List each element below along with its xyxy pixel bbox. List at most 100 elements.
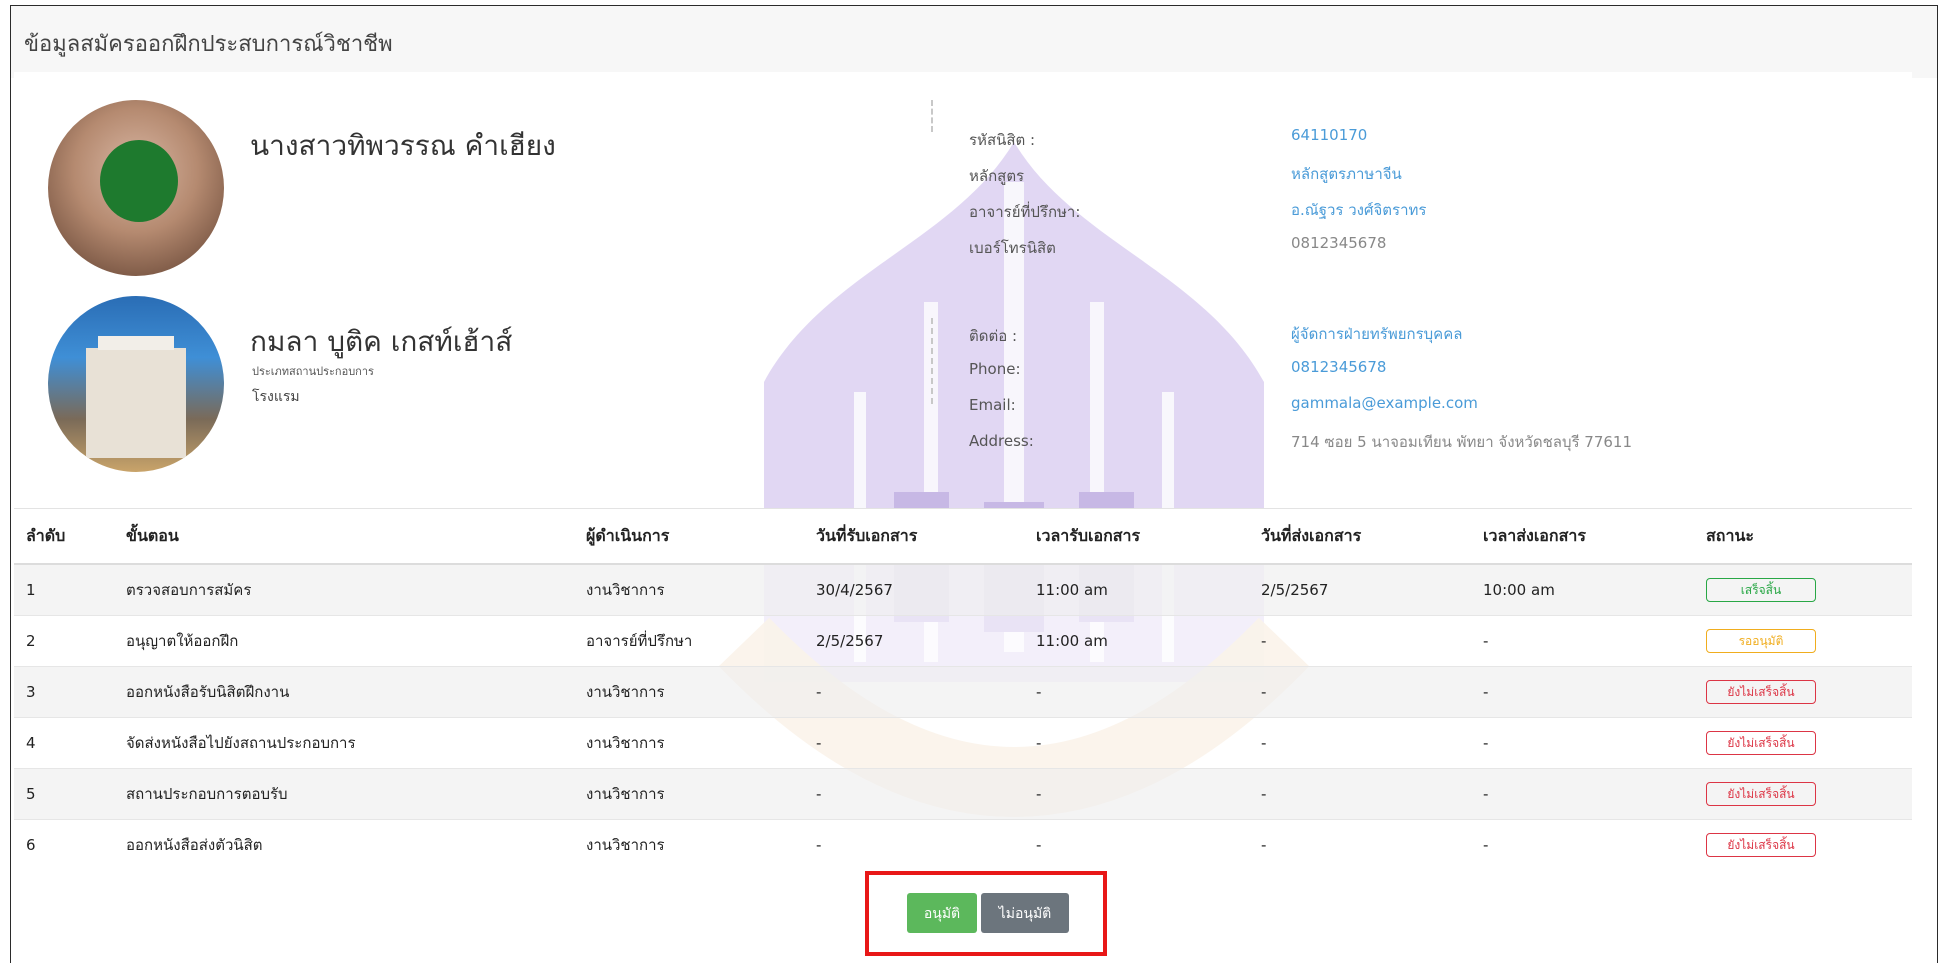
status-badge: รออนุมัติ [1706,629,1816,653]
cell-recv-time: - [1024,768,1249,820]
cell-status: ยังไม่เสร็จสิ้น [1694,666,1912,718]
status-badge: ยังไม่เสร็จสิ้น [1706,680,1816,704]
column-header: ขั้นตอน [114,508,574,565]
company-phone-label: Phone: [969,360,1021,378]
page-header: ข้อมูลสมัครออกฝึกประสบการณ์วิชาชีพ [11,6,1937,78]
company-address-label: Address: [969,432,1034,450]
student-id-label: รหัสนิสิต : [969,131,1036,149]
cell-recv-time: - [1024,666,1249,718]
status-badge: เสร็จสิ้น [1706,578,1816,602]
cell-status: เสร็จสิ้น [1694,563,1912,616]
building-shape [86,348,186,458]
table-row: 2 อนุญาตให้ออกฝึก อาจารย์ที่ปรึกษา 2/5/2… [14,615,1912,667]
cell-status: ยังไม่เสร็จสิ้น [1694,819,1912,870]
column-header: เวลาส่งเอกสาร [1471,508,1694,565]
cell-operator: งานวิชาการ [574,563,804,616]
cell-recv-date: - [804,768,1024,820]
cell-recv-time: - [1024,819,1249,870]
company-email-label: Email: [969,396,1016,414]
cell-status: ยังไม่เสร็จสิ้น [1694,717,1912,769]
student-phone-value: 0812345678 [1291,234,1387,252]
advisor-label: อาจารย์ที่ปรึกษา: [969,203,1081,221]
cell-step: ออกหนังสือรับนิสิตฝึกงาน [114,666,574,718]
cell-operator: งานวิชาการ [574,717,804,769]
student-name: นางสาวทิพวรรณ คำเฮียง [250,129,556,162]
cell-recv-time: 11:00 am [1024,563,1249,616]
cell-send-date: - [1249,819,1471,870]
column-header: วันที่ส่งเอกสาร [1249,508,1471,565]
contact-value: ผู้จัดการฝ่ายทรัพยกรบุคคล [1291,325,1463,343]
building-roof-shape [98,336,174,350]
cell-send-time: - [1471,819,1694,870]
cell-send-date: - [1249,717,1471,769]
program-label: หลักสูตร [969,167,1025,185]
status-badge: ยังไม่เสร็จสิ้น [1706,833,1816,857]
process-steps-table: ลำดับ ขั้นตอน ผู้ดำเนินการ วันที่รับเอกส… [14,508,1912,870]
table-header-row: ลำดับ ขั้นตอน ผู้ดำเนินการ วันที่รับเอกส… [14,508,1912,565]
cell-operator: งานวิชาการ [574,819,804,870]
cell-operator: งานวิชาการ [574,666,804,718]
cell-recv-date: - [804,819,1024,870]
cell-operator: งานวิชาการ [574,768,804,820]
cell-step: สถานประกอบการตอบรับ [114,768,574,820]
advisor-value: อ.ณัฐวร วงศ์จิตราทร [1291,201,1427,219]
column-header: ผู้ดำเนินการ [574,508,804,565]
table-row: 6 ออกหนังสือส่งตัวนิสิต งานวิชาการ - - -… [14,819,1912,870]
cell-step: จัดส่งหนังสือไปยังสถานประกอบการ [114,717,574,769]
cell-no: 6 [14,819,114,870]
company-avatar [48,296,224,472]
cell-send-date: - [1249,615,1471,667]
company-phone-value: 0812345678 [1291,358,1387,376]
cell-operator: อาจารย์ที่ปรึกษา [574,615,804,667]
student-avatar [48,100,224,276]
table-row: 5 สถานประกอบการตอบรับ งานวิชาการ - - - -… [14,768,1912,820]
divider [931,318,933,404]
cell-send-time: - [1471,768,1694,820]
cell-send-date: 2/5/2567 [1249,563,1471,616]
company-email-value: gammala@example.com [1291,394,1478,412]
table-row: 3 ออกหนังสือรับนิสิตฝึกงาน งานวิชาการ - … [14,666,1912,718]
cell-no: 1 [14,563,114,616]
cell-no: 3 [14,666,114,718]
cell-recv-date: - [804,666,1024,718]
cell-recv-date: 30/4/2567 [804,563,1024,616]
approve-button[interactable]: อนุมัติ [907,893,977,933]
cell-send-date: - [1249,666,1471,718]
cell-status: ยังไม่เสร็จสิ้น [1694,768,1912,820]
status-badge: ยังไม่เสร็จสิ้น [1706,782,1816,806]
cell-recv-date: 2/5/2567 [804,615,1024,667]
company-address-value: 714 ซอย 5 นาจอมเทียน พัทยา จังหวัดชลบุรี… [1291,433,1633,451]
cell-send-time: 10:00 am [1471,563,1694,616]
cell-recv-date: - [804,717,1024,769]
column-header: เวลารับเอกสาร [1024,508,1249,565]
column-header: สถานะ [1694,508,1912,565]
face-blur-mask [100,140,178,222]
cell-step: ออกหนังสือส่งตัวนิสิต [114,819,574,870]
company-name: กมลา บูติค เกสท์เฮ้าส์ [250,325,513,358]
page-title: ข้อมูลสมัครออกฝึกประสบการณ์วิชาชีพ [24,32,393,57]
cell-send-time: - [1471,717,1694,769]
cell-no: 4 [14,717,114,769]
cell-send-time: - [1471,615,1694,667]
student-phone-label: เบอร์โทรนิสิต [969,239,1056,257]
column-header: ลำดับ [14,508,114,565]
status-badge: ยังไม่เสร็จสิ้น [1706,731,1816,755]
table-row: 4 จัดส่งหนังสือไปยังสถานประกอบการ งานวิช… [14,717,1912,769]
divider [931,100,933,132]
cell-step: ตรวจสอบการสมัคร [114,563,574,616]
cell-status: รออนุมัติ [1694,615,1912,667]
cell-recv-time: - [1024,717,1249,769]
cell-recv-time: 11:00 am [1024,615,1249,667]
cell-step: อนุญาตให้ออกฝึก [114,615,574,667]
company-type-value: โรงแรม [252,389,300,405]
program-value: หลักสูตรภาษาจีน [1291,165,1402,183]
cell-send-date: - [1249,768,1471,820]
table-row: 1 ตรวจสอบการสมัคร งานวิชาการ 30/4/2567 1… [14,563,1912,616]
cell-no: 2 [14,615,114,667]
student-id-value: 64110170 [1291,126,1368,144]
column-header: วันที่รับเอกสาร [804,508,1024,565]
contact-label: ติดต่อ : [969,327,1018,345]
cell-send-time: - [1471,666,1694,718]
reject-button[interactable]: ไม่อนุมัติ [981,893,1069,933]
cell-no: 5 [14,768,114,820]
